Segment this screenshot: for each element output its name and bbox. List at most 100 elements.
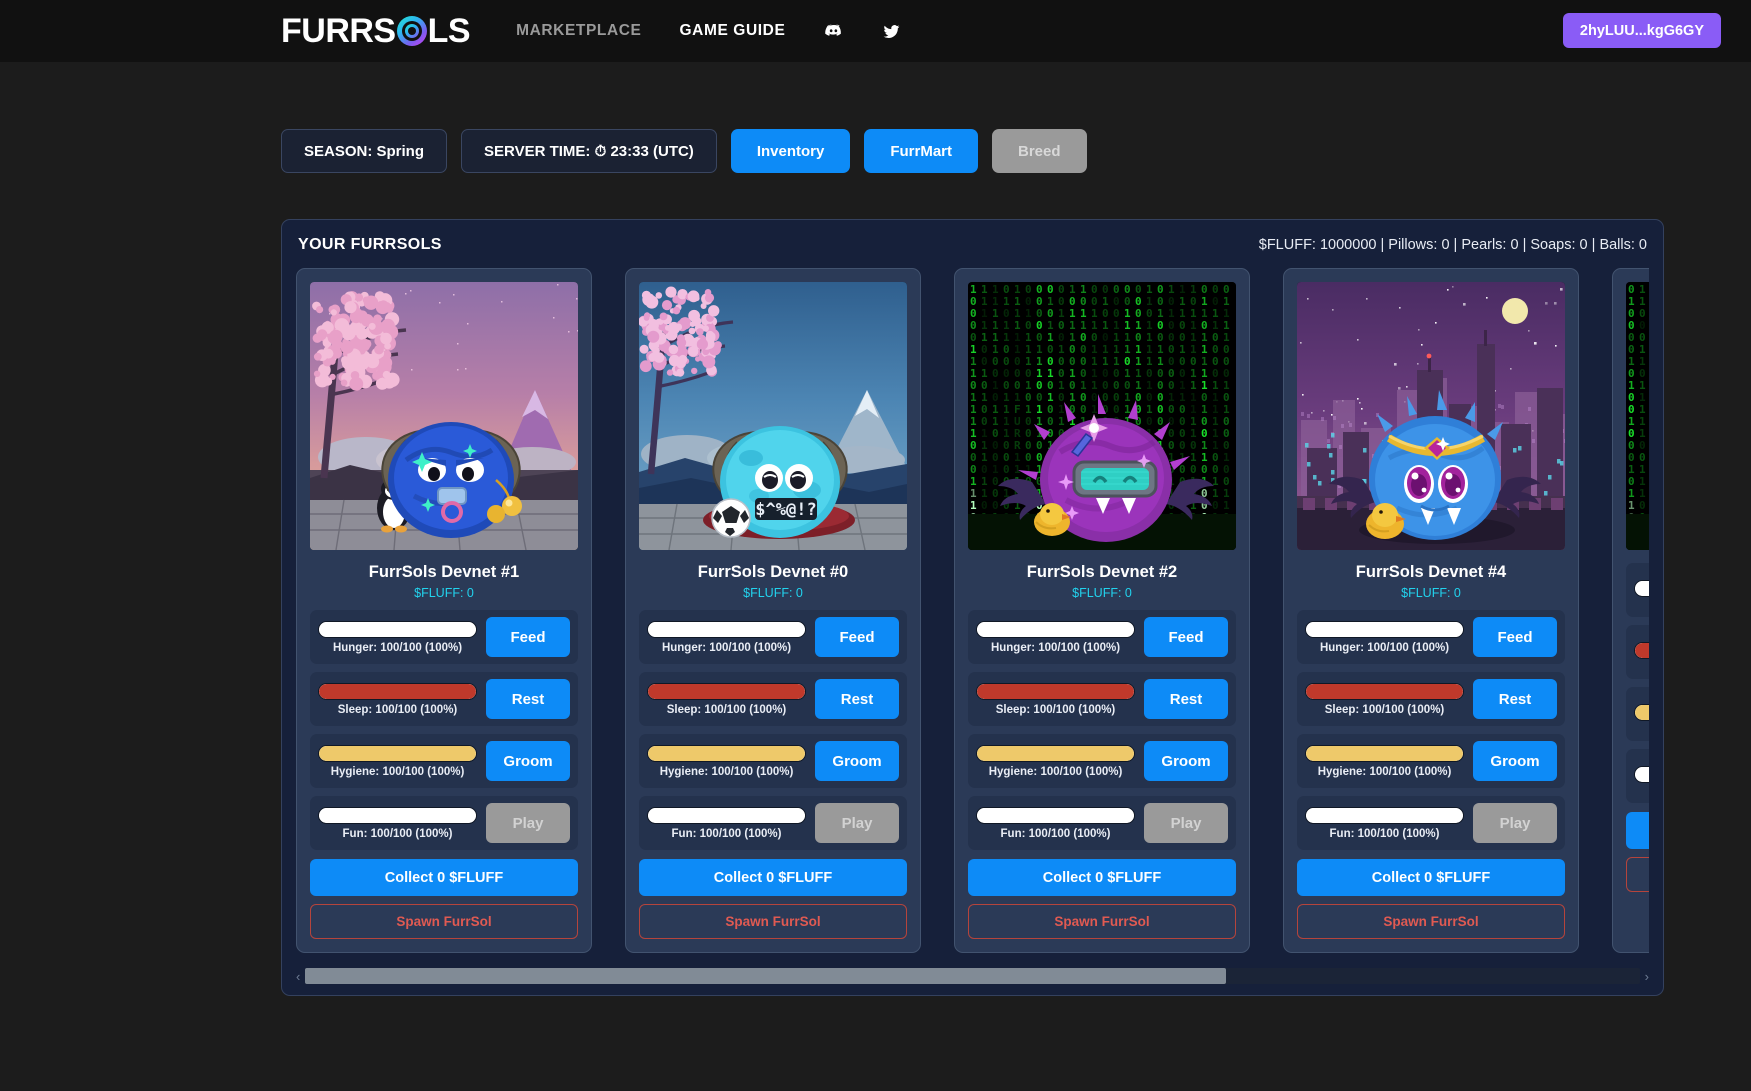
spawn-furrsol-button[interactable] [1626,857,1649,892]
stat-row-fun: Fun: 100/100 (100%) Play [639,796,907,850]
season-indicator: SEASON: Spring [281,129,447,173]
progress-track [647,683,806,700]
action-button-groom[interactable]: Groom [815,741,899,781]
stat-label: Hygiene: 100/100 (100%) [976,766,1135,778]
collect-fluff-button[interactable]: Collect 0 $FLUFF [1297,859,1565,896]
spawn-furrsol-button[interactable]: Spawn FurrSol [1297,904,1565,939]
svg-text:$^%@!?: $^%@!? [755,500,816,520]
stat-meter-hunger: Hunger: 100/100 (100%) [318,621,477,654]
furrsol-artwork [310,282,578,550]
stat-row-hunger [1626,563,1649,617]
spawn-furrsol-button[interactable]: Spawn FurrSol [968,904,1236,939]
collect-fluff-button[interactable] [1626,812,1649,849]
stat-row-sleep: Sleep: 100/100 (100%) Rest [968,672,1236,726]
progress-fill [648,808,805,823]
scrollbar-track[interactable] [305,968,1639,984]
panel-title: YOUR FURRSOLS [298,236,442,254]
furrsol-fluff-balance: $FLUFF: 0 [968,586,1236,600]
furrsol-name: FurrSols Devnet #4 [1297,563,1565,582]
furrsol-card: FurrSols Devnet #4 $FLUFF: 0 Hunger: 100/1… [1283,268,1579,953]
action-button-feed[interactable]: Feed [486,617,570,657]
spawn-furrsol-button[interactable]: Spawn FurrSol [639,904,907,939]
brand-text-right: LS [428,14,470,48]
nav-marketplace[interactable]: MARKETPLACE [516,22,641,40]
stat-meter-hunger: Hunger: 100/100 (100%) [976,621,1135,654]
progress-fill [1635,705,1649,720]
furrsol-artwork: 1000011101111000111011111100101001110110… [968,282,1236,550]
furrmart-button[interactable]: FurrMart [864,129,978,173]
spawn-furrsol-button[interactable]: Spawn FurrSol [310,904,578,939]
stat-meter-fun: Fun: 100/100 (100%) [318,807,477,840]
stat-row-hunger: Hunger: 100/100 (100%) Feed [1297,610,1565,664]
brand-text-left: FURRS [281,14,396,48]
furrsol-artwork [1297,282,1565,550]
progress-track [318,745,477,762]
twitter-icon[interactable] [882,22,901,41]
collect-fluff-button[interactable]: Collect 0 $FLUFF [968,859,1236,896]
progress-fill [1635,643,1649,658]
panel-header: YOUR FURRSOLS $FLUFF: 1000000 | Pillows:… [296,234,1649,268]
stat-label: Fun: 100/100 (100%) [647,828,806,840]
progress-track [1634,642,1649,659]
collect-fluff-button[interactable]: Collect 0 $FLUFF [310,859,578,896]
stat-row-fun [1626,749,1649,803]
furrsol-fluff-balance: $FLUFF: 0 [639,586,907,600]
progress-fill [319,808,476,823]
stat-row-fun: Fun: 100/100 (100%) Play [310,796,578,850]
progress-fill [648,684,805,699]
stat-meter-fun: Fun: 100/100 (100%) [976,807,1135,840]
stat-meter-sleep [1634,642,1649,663]
stat-label: Sleep: 100/100 (100%) [976,704,1135,716]
scroll-left-arrow[interactable]: ‹ [296,969,300,984]
furrsol-artwork: 0100001010010001011000110001101111100111… [1626,282,1649,550]
stat-meter-sleep: Sleep: 100/100 (100%) [976,683,1135,716]
action-button-groom[interactable]: Groom [1473,741,1557,781]
progress-track [1634,580,1649,597]
stat-row-hunger: Hunger: 100/100 (100%) Feed [968,610,1236,664]
stat-meter-hygiene: Hygiene: 100/100 (100%) [1305,745,1464,778]
progress-track [1305,807,1464,824]
stat-label: Hygiene: 100/100 (100%) [647,766,806,778]
stat-meter-hunger: Hunger: 100/100 (100%) [1305,621,1464,654]
collect-fluff-button[interactable]: Collect 0 $FLUFF [639,859,907,896]
stat-label: Sleep: 100/100 (100%) [647,704,806,716]
action-button-rest[interactable]: Rest [815,679,899,719]
inventory-button[interactable]: Inventory [731,129,851,173]
stat-meter-hygiene: Hygiene: 100/100 (100%) [647,745,806,778]
progress-track [976,621,1135,638]
progress-fill [1635,767,1649,782]
progress-track [976,807,1135,824]
progress-fill [1635,581,1649,596]
stat-label: Hygiene: 100/100 (100%) [318,766,477,778]
nav-game-guide[interactable]: GAME GUIDE [680,22,786,40]
horizontal-scrollbar[interactable]: ‹ › [296,959,1649,995]
action-button-feed[interactable]: Feed [815,617,899,657]
progress-fill [977,808,1134,823]
action-button-groom[interactable]: Groom [486,741,570,781]
stat-row-sleep: Sleep: 100/100 (100%) Rest [1297,672,1565,726]
stat-label: Fun: 100/100 (100%) [1305,828,1464,840]
action-button-rest[interactable]: Rest [1144,679,1228,719]
discord-icon[interactable] [823,21,844,42]
stat-label: Hunger: 100/100 (100%) [647,642,806,654]
progress-fill [319,684,476,699]
progress-fill [1306,684,1463,699]
action-button-feed[interactable]: Feed [1144,617,1228,657]
progress-fill [1306,622,1463,637]
progress-track [647,621,806,638]
scroll-right-arrow[interactable]: › [1645,969,1649,984]
action-button-rest[interactable]: Rest [486,679,570,719]
wallet-button[interactable]: 2hyLUU...kgG6GY [1563,13,1721,48]
progress-track [1305,621,1464,638]
stat-meter-sleep: Sleep: 100/100 (100%) [318,683,477,716]
progress-fill [319,622,476,637]
action-button-groom[interactable]: Groom [1144,741,1228,781]
action-button-feed[interactable]: Feed [1473,617,1557,657]
furrsol-card-rail[interactable]: FurrSols Devnet #1 $FLUFF: 0 Hunger: 100/1… [296,268,1649,959]
furrsol-card: 0100001010010001011000110001101111100111… [1612,268,1649,953]
scrollbar-thumb[interactable] [305,968,1226,984]
progress-track [647,807,806,824]
action-button-rest[interactable]: Rest [1473,679,1557,719]
brand-ring-icon [397,16,427,46]
brand-logo[interactable]: FURRS LS [281,14,470,48]
